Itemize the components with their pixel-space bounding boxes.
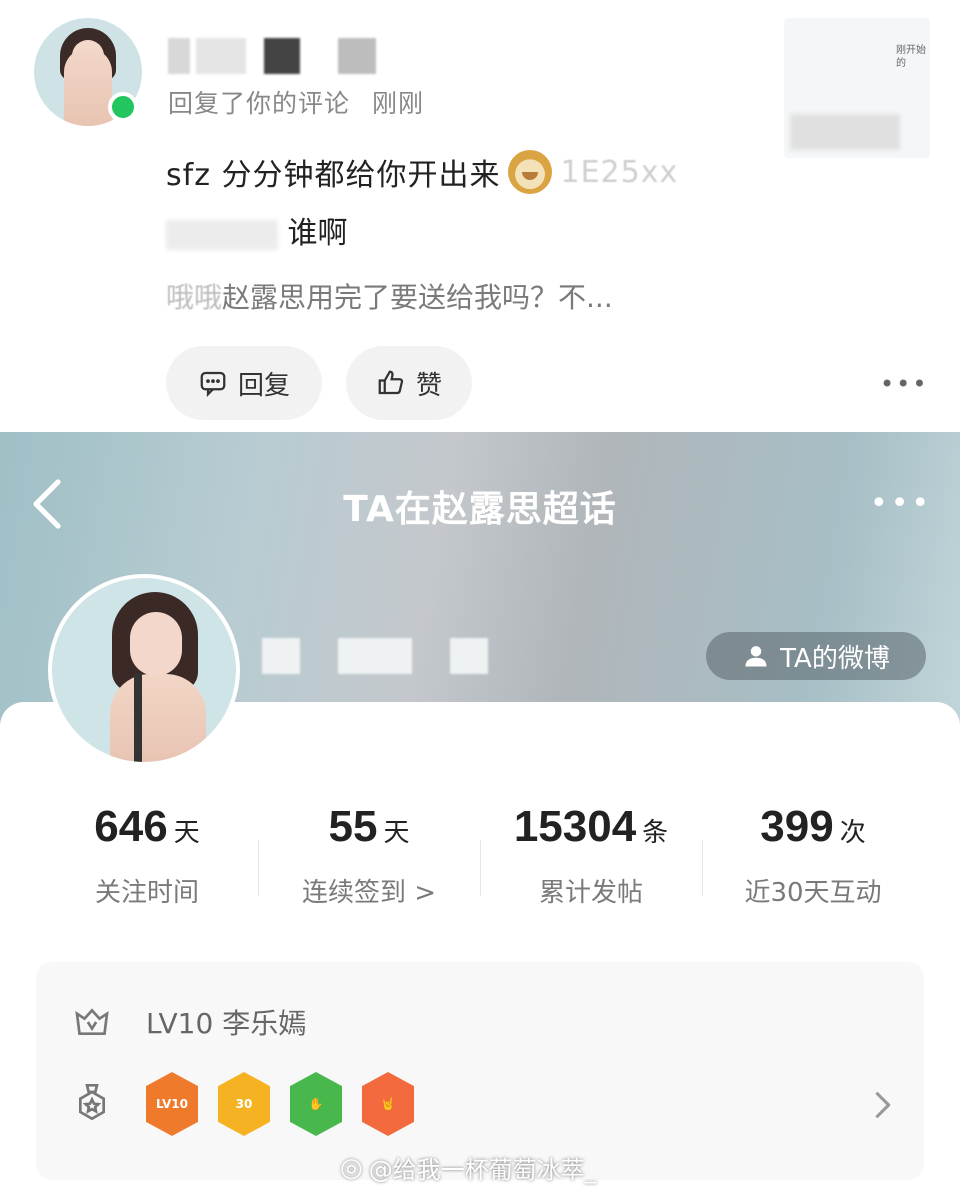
level-and-badges-panel[interactable]: LV10 李乐嫣 LV10 30 ✋ 🤘 [36,962,924,1180]
stat-checkin-streak[interactable]: 55 天 连续签到 > [258,802,480,932]
level-label: LV10 李乐嫣 [146,1007,307,1040]
weibo-logo-icon: ◎ [340,1152,363,1183]
person-icon [745,646,767,667]
doge-emoji-icon [508,150,553,194]
online-status-dot [108,92,138,122]
medal-icon [72,1082,112,1126]
hand-badge: ✋ [290,1072,342,1136]
like-button[interactable]: 赞 [346,346,472,420]
badges-row[interactable]: LV10 30 ✋ 🤘 [72,1072,414,1136]
chevron-right-icon[interactable] [870,1088,896,1122]
original-post-thumbnail[interactable]: 刚开始的 [784,18,930,158]
action-text: 回复了你的评论 [168,89,351,118]
reply-quote: 谁啊 [166,208,348,252]
profile-avatar[interactable] [48,574,240,766]
comment-notification[interactable]: 回复了你的评论 刚刚 刚开始的 sfz 分分钟都给你开出来 1E25xx 谁啊 哦… [0,0,960,432]
timestamp: 刚刚 [372,89,425,118]
more-menu-button[interactable]: ••• [870,486,932,521]
stat-total-posts: 15304 条 累计发帖 [480,802,702,932]
blurred-username [168,38,190,74]
comment-text: sfz 分分钟都给你开出来 1E25xx [166,150,678,194]
thumbnail-text: 刚开始的 [896,45,926,69]
stat-follow-days: 646 天 关注时间 [94,802,200,908]
level-row: LV10 李乐嫣 [72,1002,306,1042]
stat-interactions: 399 次 近30天互动 [702,802,924,932]
rock-hand-badge: 🤘 [362,1072,414,1136]
crown-level-icon [75,1008,109,1035]
ta-weibo-button[interactable]: TA的微博 [706,632,926,680]
lv10-badge: LV10 [146,1072,198,1136]
thumbs-up-icon [378,370,404,395]
weibo-watermark: ◎ @给我一杯葡萄冰萃_ [340,1152,597,1185]
quoted-comment: 哦哦赵露思用完了要送给我吗？不... [166,281,613,314]
badge-list: LV10 30 ✋ 🤘 [146,1072,414,1136]
blurred-profile-name [262,638,300,674]
comment-icon [200,371,226,397]
more-options-button[interactable]: ••• [880,370,928,398]
days-30-badge: 30 [218,1072,270,1136]
page-title: TA在赵露思超话 [343,489,617,530]
stats-row: 646 天 关注时间 55 天 连续签到 > 15304 条 累计发帖 399 次 近3… [0,802,960,932]
reply-button[interactable]: 回复 [166,346,322,420]
notification-subtitle: 回复了你的评论 刚刚 [168,84,424,120]
